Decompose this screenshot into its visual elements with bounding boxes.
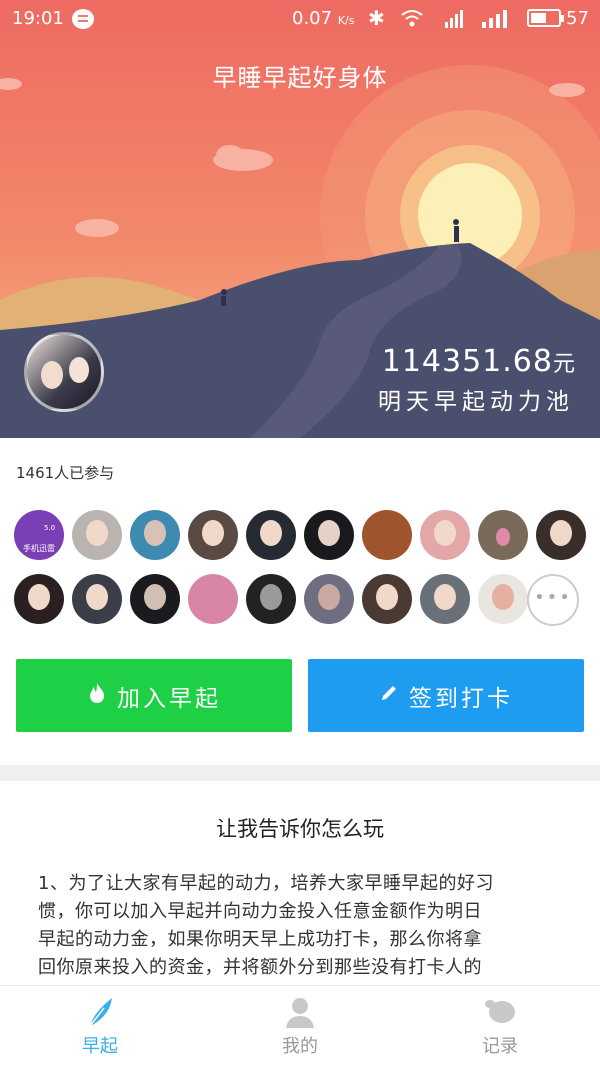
howto-title: 让我告诉你怎么玩 bbox=[216, 817, 384, 841]
join-button[interactable]: 加入早起 bbox=[16, 659, 292, 732]
tab-early-rise[interactable]: 早起 bbox=[0, 986, 200, 1068]
signal-3g-icon bbox=[445, 10, 463, 28]
participant-count: 1461人已参与 bbox=[16, 464, 115, 482]
user-icon bbox=[286, 998, 314, 1028]
participant-avatar[interactable] bbox=[72, 574, 122, 624]
avatar-face bbox=[492, 584, 514, 610]
participant-avatar[interactable] bbox=[478, 510, 528, 560]
section-divider bbox=[0, 765, 600, 781]
message-icon bbox=[72, 9, 94, 29]
network-speed: 0.07 K/s bbox=[292, 8, 354, 29]
avatar-face bbox=[496, 528, 510, 546]
join-button-label: 加入早起 bbox=[117, 685, 221, 712]
pool-amount-value: 114351.68 bbox=[381, 344, 553, 379]
tab-mine[interactable]: 我的 bbox=[200, 986, 400, 1068]
bluetooth-icon: ✱ bbox=[368, 6, 385, 30]
avatar-face bbox=[86, 584, 108, 610]
avatar-face bbox=[318, 584, 340, 610]
participant-avatar[interactable] bbox=[246, 510, 296, 560]
tab-label: 早起 bbox=[82, 1036, 118, 1057]
howto-line: 回你原来投入的资金，并将额外分到那些没有打卡人的 bbox=[38, 957, 482, 978]
bottom-tab-bar: 早起 我的 记录 bbox=[0, 985, 600, 1068]
avatar-face bbox=[550, 520, 572, 546]
tab-label: 记录 bbox=[482, 1036, 518, 1057]
avatar-face bbox=[41, 361, 63, 389]
status-bar: 19:01 0.07 K/s ✱ 57 bbox=[0, 0, 600, 38]
avatar-face bbox=[376, 584, 398, 610]
avatar-face bbox=[434, 584, 456, 610]
speed-unit: K/s bbox=[337, 14, 355, 27]
battery-icon bbox=[527, 9, 564, 27]
participant-avatar[interactable] bbox=[188, 574, 238, 624]
page-title: 早睡早起好身体 bbox=[212, 64, 388, 92]
group-avatar[interactable] bbox=[24, 332, 104, 412]
clock: 19:01 bbox=[12, 8, 64, 29]
signal-strength-icon bbox=[482, 10, 507, 28]
howto-line: 惯，你可以加入早起并向动力金投入任意金额作为明日 bbox=[38, 901, 482, 922]
avatar-face bbox=[144, 520, 166, 546]
avatar-face bbox=[144, 584, 166, 610]
app-brand-avatar[interactable]: 5.0 手机迅雷 bbox=[14, 510, 64, 560]
avatar-row: 5.0 手机迅雷 bbox=[14, 510, 590, 562]
participant-avatar[interactable] bbox=[362, 510, 412, 560]
participant-avatar[interactable] bbox=[304, 510, 354, 560]
wifi-icon bbox=[401, 10, 423, 27]
participant-avatar[interactable] bbox=[72, 510, 122, 560]
howto-line: 早起的动力金，如果你明天早上成功打卡，那么你将拿 bbox=[38, 929, 482, 950]
speed-value: 0.07 bbox=[292, 8, 333, 29]
checkin-button-label: 签到打卡 bbox=[409, 685, 513, 712]
participant-avatar[interactable] bbox=[362, 574, 412, 624]
avatar-face bbox=[434, 520, 456, 546]
avatar-face bbox=[318, 520, 340, 546]
pool-currency: 元 bbox=[552, 352, 576, 377]
avatar-face bbox=[260, 584, 282, 610]
participant-avatar[interactable] bbox=[130, 574, 180, 624]
battery-level: 57 bbox=[566, 8, 589, 29]
avatar-face bbox=[260, 520, 282, 546]
howto-text: 1、为了让大家有早起的动力，培养大家早睡早起的好习 惯，你可以加入早起并向动力金… bbox=[38, 870, 562, 982]
howto-line: 1、为了让大家有早起的动力，培养大家早睡早起的好习 bbox=[38, 873, 494, 894]
battery-fill bbox=[531, 13, 546, 23]
participant-avatar[interactable] bbox=[130, 510, 180, 560]
avatar-row: ••• bbox=[14, 574, 590, 626]
participant-avatar[interactable] bbox=[304, 574, 354, 624]
avatar-face bbox=[28, 584, 50, 610]
avatar-face bbox=[86, 520, 108, 546]
avatar-face bbox=[69, 357, 89, 383]
tab-records[interactable]: 记录 bbox=[400, 986, 600, 1068]
participant-avatar[interactable] bbox=[536, 510, 586, 560]
checkin-button[interactable]: 签到打卡 bbox=[308, 659, 584, 732]
feather-icon bbox=[89, 998, 112, 1027]
brand-label: 手机迅雷 bbox=[23, 544, 55, 553]
tab-label: 我的 bbox=[282, 1036, 318, 1057]
participant-avatar[interactable] bbox=[246, 574, 296, 624]
flame-icon bbox=[87, 682, 107, 710]
brand-version: 5.0 bbox=[44, 524, 56, 532]
avatar-face bbox=[202, 520, 224, 546]
pool-label: 明天早起动力池 bbox=[378, 389, 574, 415]
pool-amount: 114351.68元 bbox=[382, 344, 576, 379]
participant-avatar[interactable] bbox=[14, 574, 64, 624]
participant-avatar[interactable] bbox=[420, 510, 470, 560]
chat-bubble-icon bbox=[485, 1000, 515, 1023]
more-participants-button[interactable]: ••• bbox=[527, 574, 579, 626]
participant-avatar[interactable] bbox=[188, 510, 238, 560]
participant-avatar[interactable] bbox=[478, 574, 528, 624]
pencil-icon bbox=[379, 683, 399, 709]
participant-avatar[interactable] bbox=[420, 574, 470, 624]
